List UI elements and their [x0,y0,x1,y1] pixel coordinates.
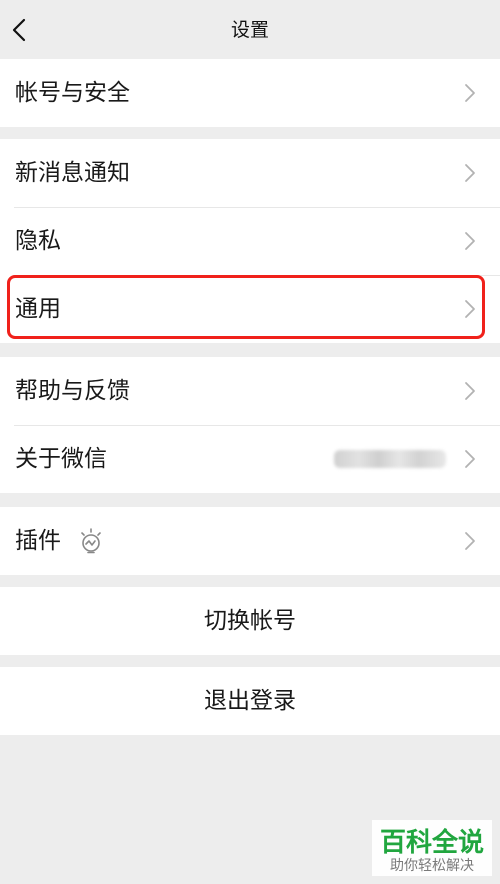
settings-item-general[interactable]: 通用 [0,275,500,343]
settings-item-plugins[interactable]: 插件 [0,507,500,575]
version-value-blurred [334,450,446,468]
logout-label: 退出登录 [204,688,296,714]
chevron-right-icon [465,450,475,468]
logout-group: 退出登录 [0,667,500,735]
settings-item-label: 隐私 [15,228,61,254]
chevron-right-icon [465,232,475,250]
settings-item-about[interactable]: 关于微信 [0,425,500,493]
watermark-title: 百科全说 [379,828,484,858]
settings-item-label: 插件 [15,528,61,554]
switch-account-label: 切换帐号 [204,608,296,634]
chevron-right-icon [465,382,475,400]
settings-item-privacy[interactable]: 隐私 [0,207,500,275]
chevron-right-icon [465,300,475,318]
settings-group-help: 帮助与反馈 关于微信 [0,357,500,493]
settings-group-plugins: 插件 [0,507,500,575]
settings-item-account-security[interactable]: 帐号与安全 [0,59,500,127]
watermark-subtitle: 助你轻松解决 [390,858,474,874]
chevron-right-icon [465,84,475,102]
settings-group-general: 新消息通知 隐私 通用 [0,139,500,343]
watermark: 百科全说 助你轻松解决 [372,820,492,876]
settings-item-label: 新消息通知 [15,160,130,186]
settings-item-label: 帮助与反馈 [15,378,130,404]
switch-account-button[interactable]: 切换帐号 [0,587,500,655]
switch-account-group: 切换帐号 [0,587,500,655]
settings-item-notifications[interactable]: 新消息通知 [0,139,500,207]
chevron-right-icon [465,164,475,182]
chevron-right-icon [465,532,475,550]
page-title: 设置 [230,19,269,41]
settings-item-label: 帐号与安全 [15,80,130,106]
settings-item-help-feedback[interactable]: 帮助与反馈 [0,357,500,425]
logout-button[interactable]: 退出登录 [0,667,500,735]
settings-item-label: 关于微信 [15,446,107,472]
settings-item-label: 通用 [15,296,61,322]
lightbulb-icon [81,528,101,554]
nav-bar: 设置 [0,0,500,60]
settings-group-account: 帐号与安全 [0,59,500,127]
